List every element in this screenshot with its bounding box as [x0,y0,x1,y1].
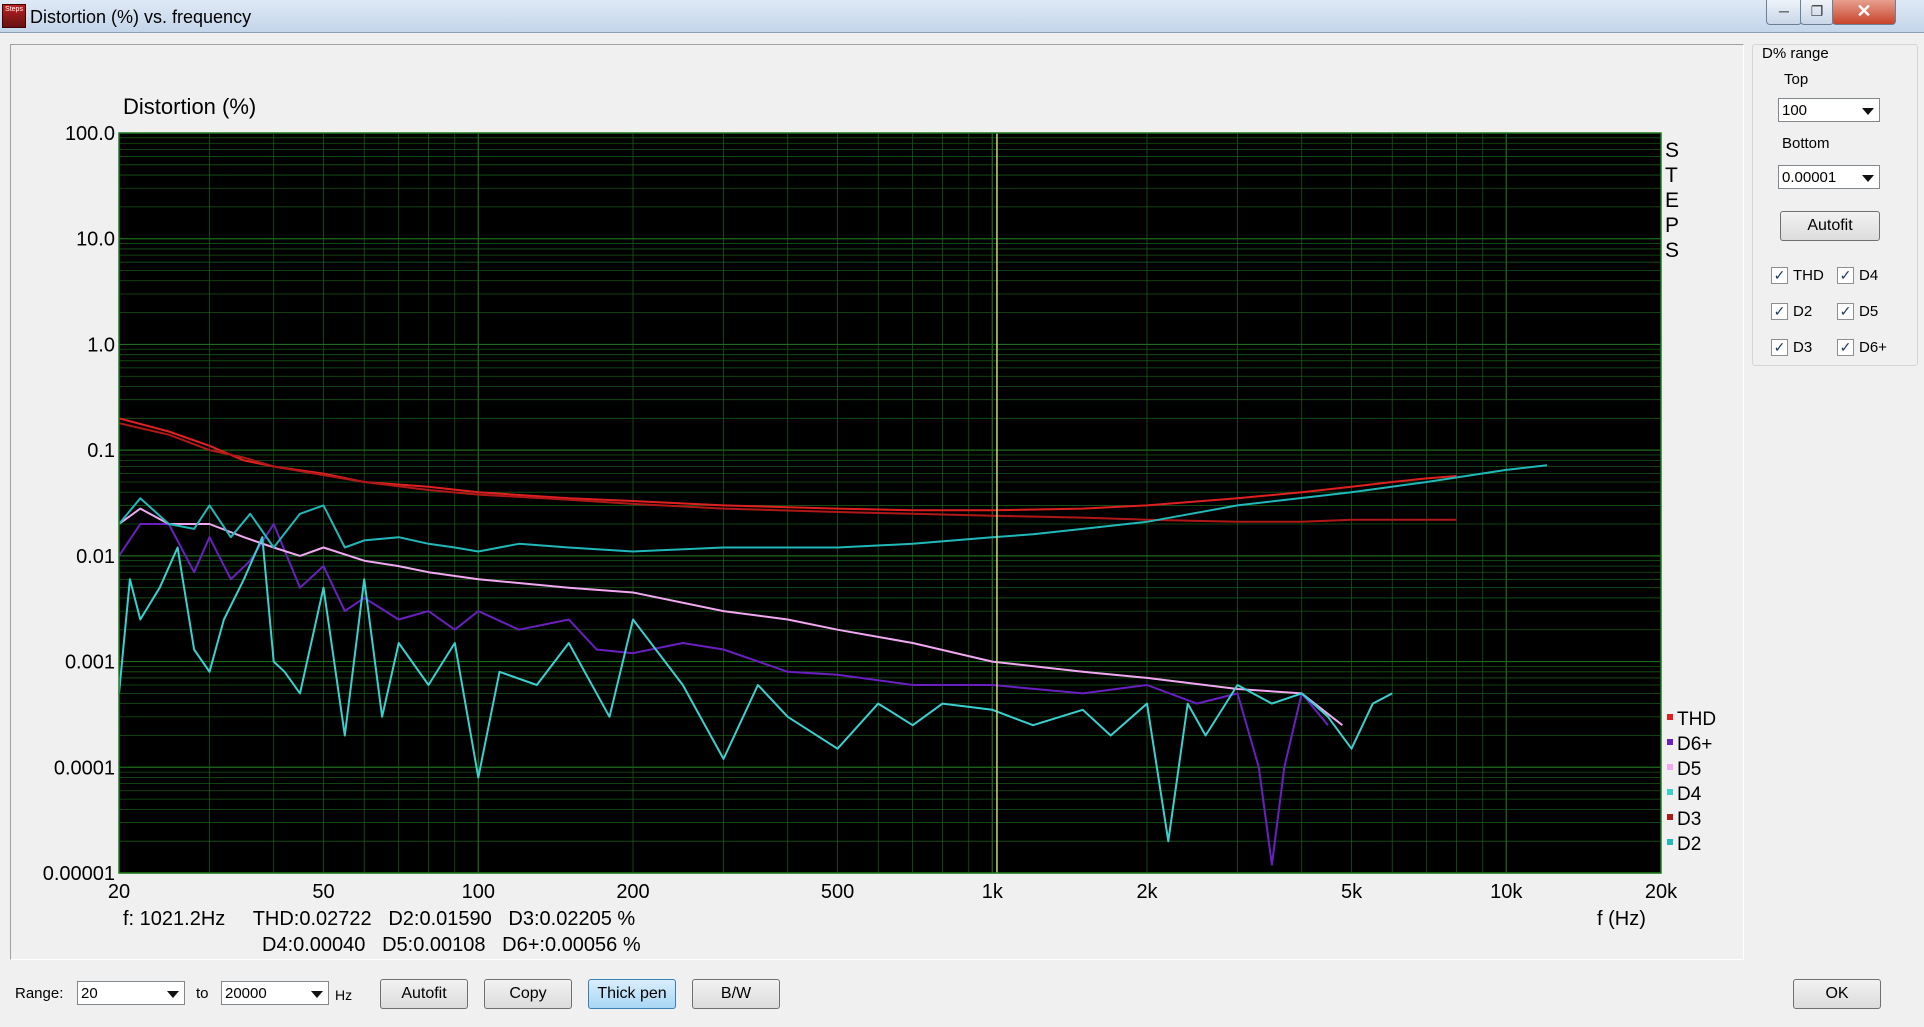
legend-label: D6+ [1677,734,1712,755]
y-tick-label: 0.1 [87,440,115,462]
checkmark-icon: ✓ [1773,339,1786,355]
checkbox-d6plus-label: D6+ [1859,339,1887,356]
plot-frame: Distortion (%) 100.0 10.0 1.0 0.1 0.01 0.001 0… [10,44,1744,960]
range-from-select[interactable]: 20 [77,981,185,1005]
x-tick-label: 100 [462,881,495,903]
top-value: 100 [1782,102,1808,119]
steps-side-letter: T [1665,164,1678,187]
steps-side-letter: P [1665,214,1679,237]
y-tick-label: 0.00001 [43,863,115,885]
steps-side-letter: E [1665,189,1679,212]
checkmark-icon: ✓ [1839,339,1852,355]
maximize-button[interactable]: ❐ [1800,0,1834,25]
x-tick-label: 2k [1136,881,1158,903]
legend-label: D2 [1677,834,1701,855]
distortion-chart: Distortion (%) 100.0 10.0 1.0 0.1 0.01 0.001 0… [43,94,1716,956]
bottom-select[interactable]: 0.00001 [1778,165,1880,189]
plot-background [119,133,1661,873]
top-label: Top [1784,71,1809,88]
chevron-down-icon [1862,175,1874,182]
y-axis-title: Distortion (%) [123,94,256,119]
minimize-icon: ─ [1779,3,1789,19]
y-tick-label: 0.001 [65,652,115,674]
chevron-down-icon [1862,108,1874,115]
bottom-label: Bottom [1782,135,1830,152]
legend-swatch [1667,839,1673,845]
checkbox-d4-label: D4 [1859,267,1879,284]
close-button[interactable]: ✕ [1832,0,1896,25]
x-tick-label: 200 [616,881,649,903]
close-icon: ✕ [1856,1,1872,21]
app-icon[interactable]: Steps [2,4,26,28]
legend: THD D6+ D5 D4 D3 D2 [1667,709,1716,855]
range-group-title: D% range [1760,45,1831,62]
legend-label: D4 [1677,784,1702,805]
checkbox-d6plus[interactable]: ✓ [1837,339,1854,356]
x-tick-label: 5k [1341,881,1363,903]
x-tick-label: 20k [1645,881,1678,903]
y-tick-label: 1.0 [87,334,115,356]
y-tick-label: 0.01 [76,546,115,568]
range-to-value: 20000 [225,985,267,1002]
checkmark-icon: ✓ [1773,303,1786,319]
bw-button[interactable]: B/W [692,979,780,1009]
checkbox-thd[interactable]: ✓ [1771,267,1788,284]
steps-side-letter: S [1665,139,1679,162]
steps-side-letter: S [1665,239,1679,262]
hz-label: Hz [335,987,353,1003]
range-from-value: 20 [81,985,98,1002]
app-icon-text: Steps [5,6,23,13]
legend-swatch [1667,814,1673,820]
chevron-down-icon [311,991,323,998]
x-axis-title: f (Hz) [1597,908,1646,930]
x-tick-labels: 20 50 100 200 500 1k 2k 5k 10k 20k [108,881,1678,903]
range-autofit-button[interactable]: Autofit [1780,211,1880,241]
x-tick-label: 1k [982,881,1004,903]
legend-label: D3 [1677,809,1701,830]
checkbox-d2[interactable]: ✓ [1771,303,1788,320]
y-tick-label: 0.0001 [54,757,115,779]
checkbox-d3[interactable]: ✓ [1771,339,1788,356]
checkbox-d2-label: D2 [1793,303,1813,320]
legend-label: D5 [1677,759,1701,780]
legend-swatch [1667,764,1673,770]
y-tick-label: 10.0 [76,229,115,251]
legend-swatch [1667,739,1673,745]
checkmark-icon: ✓ [1839,303,1852,319]
x-tick-label: 10k [1490,881,1523,903]
ok-button[interactable]: OK [1793,979,1881,1009]
thick-pen-button[interactable]: Thick pen [588,979,676,1009]
x-tick-label: 20 [108,881,130,903]
legend-label: THD [1677,709,1716,730]
readout-line-1: f: 1021.2Hz THD:0.02722 D2:0.01590 D3:0.… [123,908,635,930]
checkbox-d5-label: D5 [1859,303,1879,320]
checkmark-icon: ✓ [1773,267,1786,283]
legend-swatch [1667,714,1673,720]
maximize-icon: ❐ [1810,3,1824,19]
autofit-button[interactable]: Autofit [380,979,468,1009]
to-label: to [196,985,209,1002]
x-tick-label: 500 [821,881,854,903]
copy-button[interactable]: Copy [484,979,572,1009]
window-title: Distortion (%) vs. frequency [30,7,252,27]
bottom-value: 0.00001 [1782,169,1837,186]
top-select[interactable]: 100 [1778,98,1880,122]
range-label: Range: [15,985,64,1002]
checkbox-thd-label: THD [1793,267,1824,284]
legend-swatch [1667,789,1673,795]
y-tick-labels: 100.0 10.0 1.0 0.1 0.01 0.001 0.0001 0.00001 [43,123,115,885]
y-tick-label: 100.0 [65,123,115,145]
chevron-down-icon [167,991,179,998]
checkbox-d4[interactable]: ✓ [1837,267,1854,284]
checkbox-d3-label: D3 [1793,339,1813,356]
range-to-select[interactable]: 20000 [221,981,329,1005]
title-bar: Steps Distortion (%) vs. frequency ─ ❐ ✕ [0,0,1924,33]
minimize-button[interactable]: ─ [1766,0,1802,25]
steps-side-label: STEPS [1665,139,1679,262]
checkmark-icon: ✓ [1839,267,1852,283]
readout-line-2: D4:0.00040 D5:0.00108 D6+:0.00056 % [262,934,641,956]
x-tick-label: 50 [312,881,334,903]
checkbox-d5[interactable]: ✓ [1837,303,1854,320]
